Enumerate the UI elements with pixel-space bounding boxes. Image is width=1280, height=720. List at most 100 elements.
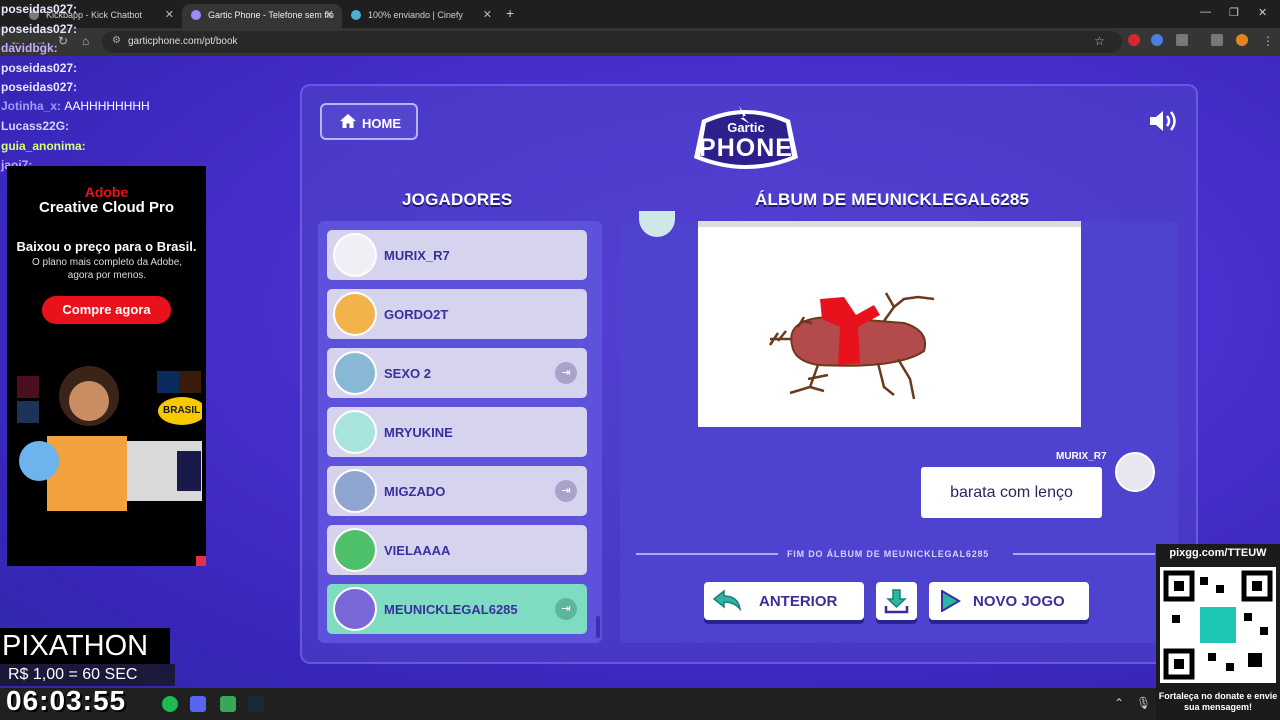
tab-title: Gartic Phone - Telefone sem fio (208, 10, 334, 20)
avatar (333, 351, 377, 395)
home-browser-icon[interactable]: ⌂ (82, 34, 89, 48)
chat-username: guia_anonima: (1, 139, 86, 153)
chat-message: poseidas027: (1, 2, 77, 16)
taskbar: ⌃ 🎙 (0, 688, 1280, 720)
maximize-icon[interactable]: ❐ (1229, 6, 1239, 19)
tab-gartic-phone[interactable]: Gartic Phone - Telefone sem fio ✕ (182, 4, 342, 28)
discord-icon[interactable] (190, 696, 206, 712)
chat-username: davidbgk: (1, 41, 58, 55)
avatar (333, 292, 377, 336)
chat-text: AAHHHHHHHH (64, 99, 150, 113)
player-row: SEXO 2 ⇥ (327, 348, 587, 398)
ad-choices-icon[interactable] (196, 556, 206, 566)
profile-avatar[interactable] (1236, 34, 1248, 46)
kick-player-icon[interactable]: ⇥ (555, 480, 577, 502)
cockroach-drawing (768, 292, 935, 400)
home-label: HOME (362, 116, 401, 131)
avatar (333, 469, 377, 513)
tab-favicon-icon (351, 10, 361, 20)
chat-username: poseidas027: (1, 61, 78, 75)
previous-button[interactable]: ANTERIOR (704, 582, 864, 620)
app-icon[interactable] (220, 696, 236, 712)
player-name: VIELAAAA (384, 543, 451, 558)
chat-username: poseidas027: (1, 2, 78, 16)
qr-url: pixgg.com/TTEUW (1169, 547, 1267, 559)
ad-brand: Adobe (84, 184, 129, 200)
divider (1013, 553, 1155, 555)
puzzle-icon[interactable] (1176, 34, 1188, 46)
download-icon (884, 589, 909, 614)
close-icon[interactable]: ✕ (165, 8, 174, 21)
album-title: ÁLBUM DE MEUNICKLEGAL6285 (755, 190, 1030, 209)
album-end-text: FIM DO ÁLBUM DE MEUNICKLEGAL6285 (787, 549, 990, 559)
new-game-label: NOVO JOGO (973, 593, 1065, 610)
extension-icon[interactable] (1151, 34, 1163, 46)
adobe-ad[interactable]: Adobe Creative Cloud Pro Baixou o preço … (7, 166, 206, 566)
ad-body: O plano mais completo da Adobe, agora po… (31, 257, 183, 281)
steam-icon[interactable] (248, 696, 264, 712)
avatar (333, 233, 377, 277)
player-row: MRYUKINE (327, 407, 587, 457)
ad-product: Creative Cloud Pro (38, 199, 175, 216)
site-info-icon[interactable]: ⚙ (112, 35, 121, 46)
chat-username: Lucass22G: (1, 119, 70, 133)
player-name: MURIX_R7 (384, 248, 450, 263)
menu-icon[interactable]: ⋮ (1262, 34, 1274, 48)
qr-code (1160, 567, 1276, 683)
players-scrollbar[interactable] (596, 616, 600, 638)
chat-message: Lucass22G: (1, 119, 69, 133)
undo-arrow-icon (712, 589, 742, 612)
player-row: MIGZADO ⇥ (327, 466, 587, 516)
donation-rate: R$ 1,00 = 60 SEC (0, 664, 175, 686)
chat-username: Jotinha_x: (1, 99, 62, 113)
ad-cta-button[interactable]: Compre agora (42, 296, 171, 324)
chat-message: guia_anonima: (1, 139, 86, 153)
guess-bubble: barata com lenço (921, 467, 1102, 518)
player-name: MEUNICKLEGAL6285 (384, 602, 518, 617)
player-name: MRYUKINE (384, 425, 453, 440)
chevron-up-icon[interactable]: ⌃ (1114, 696, 1130, 712)
avatar (333, 587, 377, 631)
spotify-icon[interactable] (162, 696, 178, 712)
extension-icon[interactable] (1128, 34, 1140, 46)
queue-icon[interactable] (1211, 34, 1223, 46)
new-tab-icon[interactable]: + (506, 5, 514, 21)
drawing-canvas (698, 221, 1081, 427)
players-title: JOGADORES (402, 190, 513, 209)
url-input[interactable]: ⚙ garticphone.com/pt/book (102, 31, 1122, 53)
ad-badge: BRASIL (163, 405, 201, 416)
bookmark-star-icon[interactable]: ☆ (1094, 34, 1105, 48)
close-icon[interactable]: ✕ (325, 8, 334, 21)
download-button[interactable] (876, 582, 917, 620)
player-name: GORDO2T (384, 307, 449, 322)
close-icon[interactable]: ✕ (483, 8, 492, 21)
speaker-icon[interactable] (1148, 108, 1180, 134)
kick-player-icon[interactable]: ⇥ (555, 598, 577, 620)
reload-icon[interactable]: ↻ (58, 34, 68, 48)
url-text: garticphone.com/pt/book (128, 36, 238, 47)
chat-message: poseidas027: (1, 61, 77, 75)
tab-cinefy[interactable]: 100% enviando | Cinefy ✕ (342, 4, 500, 28)
play-icon (941, 590, 961, 612)
tab-title: 100% enviando | Cinefy (368, 10, 463, 20)
qr-donation-box: pixgg.com/TTEUW Fortaleça no donate e en… (1156, 544, 1280, 720)
house-icon (340, 114, 356, 128)
home-button[interactable]: HOME (320, 103, 418, 140)
kick-player-icon[interactable]: ⇥ (555, 362, 577, 384)
players-list: MURIX_R7 GORDO2T SEXO 2 ⇥ MRYUKINE MIGZA… (318, 221, 602, 643)
tab-favicon-icon (191, 10, 201, 20)
logo-top-text: Gartic (727, 120, 765, 135)
subathon-timer: 06:03:55 (6, 685, 127, 716)
window-close-icon[interactable]: ✕ (1258, 6, 1267, 19)
new-game-button[interactable]: NOVO JOGO (929, 582, 1089, 620)
player-row: VIELAAAA (327, 525, 587, 575)
chat-message: poseidas027: (1, 22, 77, 36)
minimize-icon[interactable]: — (1200, 6, 1211, 18)
browser-tab-bar: Kickbapp - Kick Chatbot ✕ Gartic Phone -… (0, 0, 1280, 28)
avatar (333, 410, 377, 454)
chat-message: poseidas027: (1, 80, 77, 94)
author-name: MURIX_R7 (1056, 451, 1107, 462)
player-row: GORDO2T (327, 289, 587, 339)
player-name: SEXO 2 (384, 366, 431, 381)
microphone-icon[interactable]: 🎙 (1136, 696, 1152, 712)
